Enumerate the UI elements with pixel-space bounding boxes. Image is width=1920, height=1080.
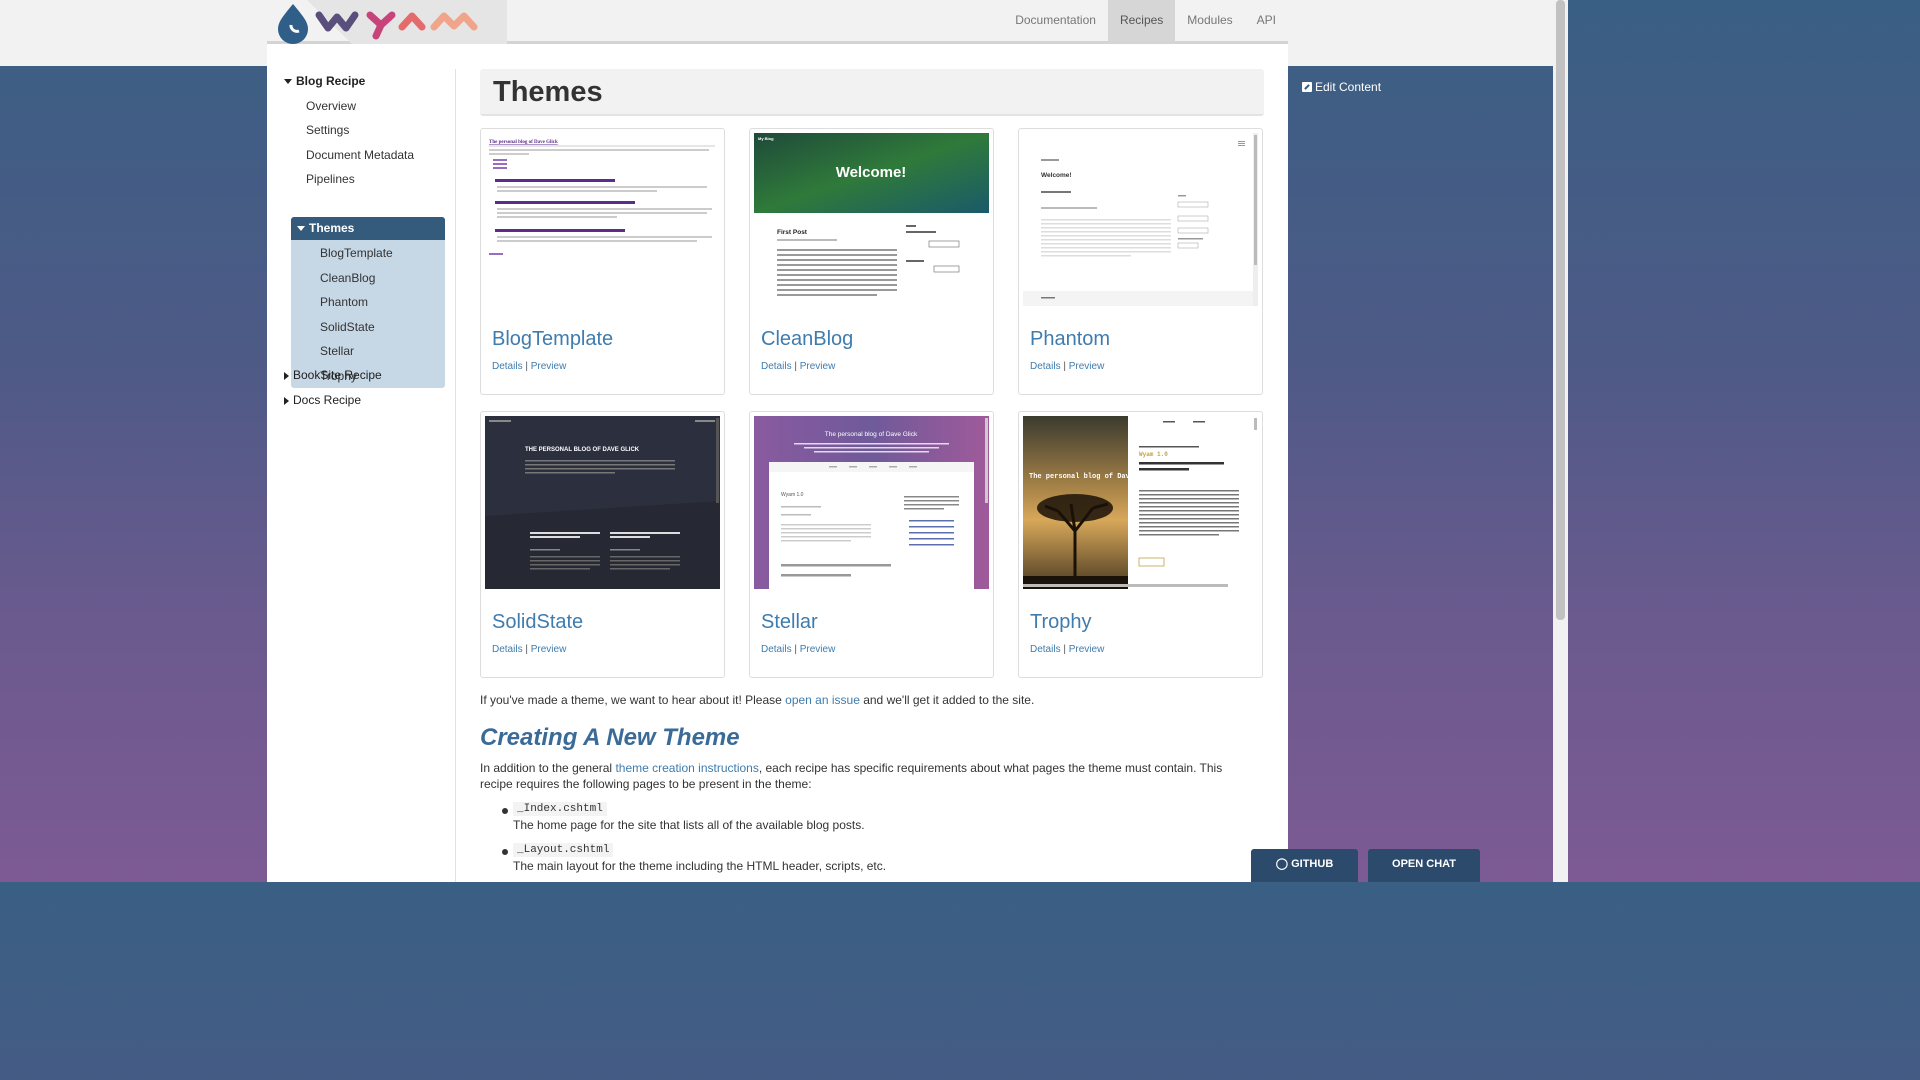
preview-link[interactable]: Preview xyxy=(1069,361,1105,372)
details-link[interactable]: Details xyxy=(492,361,523,372)
sidebar-item-pipelines[interactable]: Pipelines xyxy=(306,172,355,186)
sidebar-item-settings[interactable]: Settings xyxy=(306,123,349,137)
svg-text:Welcome!: Welcome! xyxy=(836,164,907,181)
theme-card-title[interactable]: CleanBlog xyxy=(761,328,853,351)
theme-card-links: Details | Preview xyxy=(761,644,836,655)
file-description: The main layout for the theme including … xyxy=(513,859,887,873)
theme-preview-image[interactable]: My Blog Welcome! First Post xyxy=(754,133,989,306)
theme-preview-image[interactable]: THE PERSONAL BLOG OF DAVE GLICK xyxy=(485,416,720,589)
intro-paragraph: In addition to the general theme creatio… xyxy=(480,761,1223,791)
svg-text:The personal blog of Dave Glic: The personal blog of Dave Glick xyxy=(1029,473,1159,481)
details-link[interactable]: Details xyxy=(761,644,792,655)
wyam-logo[interactable] xyxy=(277,0,507,44)
caret-down-icon xyxy=(284,79,292,85)
sidebar-item-blogtemplate[interactable]: BlogTemplate xyxy=(320,246,393,260)
svg-text:The personal blog of Dave Glic: The personal blog of Dave Glick xyxy=(825,431,918,438)
tree-booksite-recipe[interactable]: BookSite Recipe xyxy=(284,368,382,382)
theme-card-links: Details | Preview xyxy=(1030,644,1105,655)
theme-preview-image[interactable]: The personal blog of Dave Glick Wyam 1.0 xyxy=(1023,416,1258,589)
sidebar-item-cleanblog[interactable]: CleanBlog xyxy=(320,271,375,285)
sidebar-item-phantom[interactable]: Phantom xyxy=(320,295,368,309)
file-name-code: _Layout.cshtml xyxy=(513,843,614,857)
theme-preview-image[interactable]: The personal blog of Dave Glick xyxy=(485,133,720,306)
details-link[interactable]: Details xyxy=(761,361,792,372)
nav-api[interactable]: API xyxy=(1245,0,1288,41)
preview-link[interactable]: Preview xyxy=(800,361,836,372)
main-nav: Documentation Recipes Modules API xyxy=(1003,0,1288,41)
theme-card-title[interactable]: Trophy xyxy=(1030,611,1092,634)
svg-text:First Post: First Post xyxy=(777,229,808,236)
page-scrollbar[interactable] xyxy=(1553,0,1568,882)
tree-blog-recipe[interactable]: Blog Recipe xyxy=(284,74,365,88)
page-sheet: Blog Recipe Overview Settings Document M… xyxy=(267,44,1288,882)
theme-card-solidstate: THE PERSONAL BLOG OF DAVE GLICK SolidSta… xyxy=(480,411,725,678)
theme-card-links: Details | Preview xyxy=(492,644,567,655)
theme-card-phantom: Welcome! Phantom Details | Preview xyxy=(1018,128,1263,395)
sidebar-item-stellar[interactable]: Stellar xyxy=(320,344,354,358)
svg-text:My Blog: My Blog xyxy=(758,136,774,141)
preview-link[interactable]: Preview xyxy=(1069,644,1105,655)
sidebar: Blog Recipe Overview Settings Document M… xyxy=(267,69,456,882)
sidebar-item-document-metadata[interactable]: Document Metadata xyxy=(306,148,414,162)
open-issue-link[interactable]: open an issue xyxy=(785,693,860,707)
svg-text:THE PERSONAL BLOG OF DAVE GLIC: THE PERSONAL BLOG OF DAVE GLICK xyxy=(525,447,640,453)
theme-card-title[interactable]: Stellar xyxy=(761,611,818,634)
theme-preview-image[interactable]: The personal blog of Dave Glick Wyam 1.0 xyxy=(754,416,989,589)
edit-content-link[interactable]: Edit Content xyxy=(1302,80,1381,94)
page-title-bar: Themes xyxy=(480,69,1264,116)
tree-docs-recipe[interactable]: Docs Recipe xyxy=(284,393,361,407)
caret-right-icon xyxy=(284,396,289,405)
hear-about-paragraph: If you've made a theme, we want to hear … xyxy=(480,693,1035,707)
themes-group: Themes BlogTemplate CleanBlog Phantom So… xyxy=(291,217,445,388)
theme-card-stellar: The personal blog of Dave Glick Wyam 1.0 xyxy=(749,411,994,678)
theme-card-links: Details | Preview xyxy=(492,361,567,372)
svg-text:Wyam 1.0: Wyam 1.0 xyxy=(781,492,804,498)
sidebar-item-overview[interactable]: Overview xyxy=(306,99,356,113)
list-bullet xyxy=(502,849,508,855)
caret-down-icon xyxy=(297,226,305,232)
svg-text:Welcome!: Welcome! xyxy=(1041,172,1072,179)
sidebar-item-themes[interactable]: Themes xyxy=(291,217,445,240)
svg-text:Wyam 1.0: Wyam 1.0 xyxy=(1139,451,1168,458)
page-title: Themes xyxy=(493,76,603,108)
site-header: Documentation Recipes Modules API xyxy=(267,0,1288,44)
theme-card-title[interactable]: SolidState xyxy=(492,611,583,634)
nav-documentation[interactable]: Documentation xyxy=(1003,0,1108,41)
github-button[interactable]: ◯ GITHUB xyxy=(1251,849,1358,882)
open-chat-button[interactable]: OPEN CHAT xyxy=(1368,849,1480,882)
theme-card-title[interactable]: Phantom xyxy=(1030,328,1110,351)
section-heading: Creating A New Theme xyxy=(480,724,740,751)
details-link[interactable]: Details xyxy=(492,644,523,655)
preview-link[interactable]: Preview xyxy=(800,644,836,655)
caret-right-icon xyxy=(284,371,289,380)
theme-card-trophy: The personal blog of Dave Glick Wyam 1.0 xyxy=(1018,411,1263,678)
sidebar-item-solidstate[interactable]: SolidState xyxy=(320,320,375,334)
github-icon: ◯ xyxy=(1275,858,1289,870)
theme-creation-link[interactable]: theme creation instructions xyxy=(615,761,758,775)
preview-link[interactable]: Preview xyxy=(531,644,567,655)
svg-text:The personal blog of Dave Glic: The personal blog of Dave Glick xyxy=(489,140,558,145)
list-bullet xyxy=(502,808,508,814)
scrollbar-thumb[interactable] xyxy=(1556,0,1565,620)
theme-card-cleanblog: My Blog Welcome! First Post CleanBlog De… xyxy=(749,128,994,395)
file-name-code: _Index.cshtml xyxy=(513,802,607,816)
edit-icon xyxy=(1302,82,1312,92)
theme-card-links: Details | Preview xyxy=(1030,361,1105,372)
details-link[interactable]: Details xyxy=(1030,644,1061,655)
preview-link[interactable]: Preview xyxy=(531,361,567,372)
nav-recipes[interactable]: Recipes xyxy=(1107,0,1176,41)
theme-preview-image[interactable]: Welcome! xyxy=(1023,133,1258,306)
theme-card-links: Details | Preview xyxy=(761,361,836,372)
nav-modules[interactable]: Modules xyxy=(1175,0,1244,41)
theme-card-title[interactable]: BlogTemplate xyxy=(492,328,613,351)
file-description: The home page for the site that lists al… xyxy=(513,818,865,832)
details-link[interactable]: Details xyxy=(1030,361,1061,372)
theme-card-blogtemplate: The personal blog of Dave Glick BlogTemp… xyxy=(480,128,725,395)
